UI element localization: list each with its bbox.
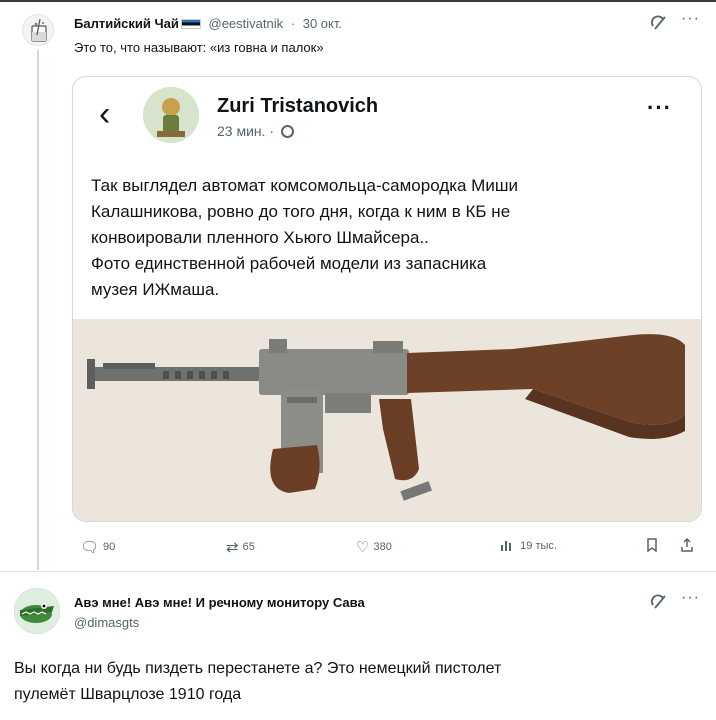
weapon-photo[interactable] [73, 319, 701, 521]
quoted-line: Фото единственной рабочей модели из запа… [91, 254, 487, 273]
reply-line: пулемёт Шварцлозе 1910 года [14, 686, 242, 703]
quoted-author-avatar[interactable] [143, 87, 199, 143]
quoted-text: Так выглядел автомат комсомольца-самород… [91, 173, 681, 303]
more-icon[interactable]: ··· [681, 589, 700, 607]
author-avatar[interactable] [22, 14, 54, 46]
quoted-meta: 23 мин. · [217, 123, 294, 139]
quoted-line: музея ИЖмаша. [91, 280, 220, 299]
quoted-line: Так выглядел автомат комсомольца-самород… [91, 176, 518, 195]
estonia-flag-icon [180, 19, 201, 29]
more-icon[interactable]: ··· [681, 10, 700, 28]
reply-author-name[interactable]: Авэ мне! Авэ мне! И речному монитору Сав… [74, 595, 365, 610]
quoted-time: 23 мин. · [217, 123, 275, 139]
tweet-date[interactable]: 30 окт. [303, 16, 342, 31]
action-bar: 🗨 90 ⇄ 65 ♡ 380 19 тыс. [72, 534, 702, 558]
crocodile-avatar-icon [14, 588, 60, 634]
grok-icon[interactable] [650, 593, 668, 614]
reply-icon: 🗨 [80, 539, 100, 556]
thread-line [37, 50, 39, 570]
reply-line: Вы когда ни будь пиздеть перестанете а? … [14, 660, 502, 677]
retweet-button[interactable]: ⇄ 65 [226, 538, 255, 556]
like-count: 380 [373, 541, 392, 553]
quoted-tweet-card[interactable]: ‹ Zuri Tristanovich 23 мин. · ··· Так вы… [72, 76, 702, 522]
share-icon [680, 537, 694, 556]
reply-text: Вы когда ни будь пиздеть перестанете а? … [14, 656, 694, 708]
tweet-divider [0, 571, 716, 572]
views-button[interactable]: 19 тыс. [500, 538, 557, 555]
globe-icon [280, 125, 294, 138]
tweet-header: Балтийский Чай @eestivatnik · 30 окт. [74, 16, 342, 31]
like-button[interactable]: ♡ 380 [356, 538, 392, 556]
back-arrow-icon[interactable]: ‹ [99, 97, 110, 131]
reply-author-handle[interactable]: @dimasgts [74, 615, 139, 630]
machine-gun-image [73, 319, 701, 521]
quoted-line: Калашникова, ровно до того дня, когда к … [91, 202, 511, 221]
share-button[interactable] [680, 537, 698, 556]
quoted-more-icon[interactable]: ··· [647, 95, 672, 121]
reply-author-avatar[interactable] [14, 588, 60, 634]
quoted-line: конвоировали пленного Хьюго Шмайсера.. [91, 228, 429, 247]
retweet-icon: ⇄ [226, 539, 239, 556]
tweet-text: Это то, что называют: «из говна и палок» [74, 40, 324, 55]
bookmark-icon [646, 538, 658, 556]
author-name[interactable]: Балтийский Чай [74, 16, 179, 31]
quoted-author-name[interactable]: Zuri Tristanovich [217, 95, 378, 118]
author-handle[interactable]: @eestivatnik [209, 16, 284, 31]
separator-dot: · [290, 16, 296, 31]
views-icon [500, 538, 516, 555]
grok-icon[interactable] [650, 14, 668, 35]
bookmark-button[interactable] [646, 538, 662, 556]
tea-cup-avatar-icon [31, 18, 47, 42]
views-count: 19 тыс. [520, 540, 557, 552]
reply-count: 90 [103, 541, 116, 553]
like-icon: ♡ [356, 539, 370, 556]
top-border [0, 0, 716, 2]
retweet-count: 65 [242, 541, 255, 553]
reply-button[interactable]: 🗨 90 [80, 538, 115, 556]
